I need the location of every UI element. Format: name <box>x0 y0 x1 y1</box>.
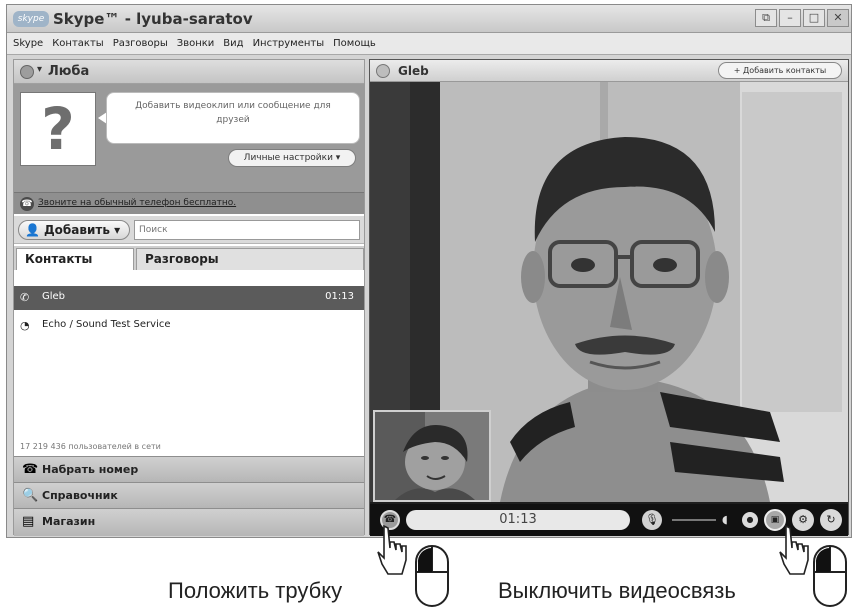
call-control-bar: ☎ 01:13 🎙 ◖ ● ▣ ⚙ ↻ <box>370 504 848 536</box>
pointer-cursor-icon <box>377 524 407 575</box>
directory-label: Справочник <box>42 489 118 502</box>
list-item[interactable]: ✆ Gleb 01:13 <box>14 286 364 310</box>
search-input[interactable] <box>134 220 360 240</box>
add-contact-label: Добавить ▾ <box>43 223 121 237</box>
screenshot-stage: skype Skype™ - lyuba-saratov ⧉ – □ ✕ Sky… <box>0 0 855 613</box>
contacts-panel: ▾ Люба ? Добавить видеоклип или сообщени… <box>13 59 365 536</box>
tab-contacts[interactable]: Контакты <box>16 248 134 270</box>
close-button[interactable]: ✕ <box>827 9 849 27</box>
add-contact-button[interactable]: 👤 Добавить ▾ <box>18 220 130 240</box>
call-duration: 01:13 <box>325 291 354 302</box>
menu-conversations[interactable]: Разговоры <box>113 38 168 49</box>
maximize-button[interactable]: □ <box>803 9 825 27</box>
contact-status-icon: ◔ <box>20 319 30 332</box>
directory-button[interactable]: 🔍 Справочник <box>14 482 364 508</box>
volume-icon[interactable]: ◖ <box>722 513 728 526</box>
chevron-down-icon[interactable]: ▾ <box>37 64 42 75</box>
mood-message-field[interactable]: Добавить видеоклип или сообщение для дру… <box>106 92 360 144</box>
call-handset-icon: ✆ <box>20 291 30 304</box>
skype-window: skype Skype™ - lyuba-saratov ⧉ – □ ✕ Sky… <box>6 4 852 538</box>
call-header: Gleb + Добавить контакты <box>370 60 848 82</box>
call-contact-name: Gleb <box>398 64 429 78</box>
dial-number-button[interactable]: ☎ Набрать номер <box>14 456 364 482</box>
add-contacts-button[interactable]: + Добавить контакты <box>718 62 842 79</box>
tab-conversations[interactable]: Разговоры <box>136 248 364 270</box>
minimize-button[interactable]: – <box>779 9 801 27</box>
menu-contacts[interactable]: Контакты <box>52 38 103 49</box>
more-options-button[interactable]: ↻ <box>820 509 842 531</box>
personal-settings-button[interactable]: Личные настройки ▾ <box>228 149 356 167</box>
microphone-button[interactable]: 🎙 <box>642 510 662 530</box>
shop-label: Магазин <box>42 515 96 528</box>
call-options-button[interactable]: ● <box>742 512 758 528</box>
online-users-count: 17 219 436 пользователей в сети <box>20 442 161 451</box>
dial-number-label: Набрать номер <box>42 463 139 476</box>
add-user-icon: 👤 <box>25 223 40 237</box>
shop-button[interactable]: ▤ Магазин <box>14 508 364 536</box>
phone-icon: ☎ <box>20 197 34 211</box>
self-video-frame <box>375 412 489 500</box>
restore-button[interactable]: ⧉ <box>755 9 777 27</box>
list-item[interactable]: ◔ Echo / Sound Test Service <box>14 314 364 338</box>
online-status-icon[interactable] <box>20 65 34 79</box>
pointer-cursor-icon <box>779 524 809 575</box>
contact-name: Echo / Sound Test Service <box>42 319 171 330</box>
volume-slider[interactable] <box>672 519 716 521</box>
telephone-icon: ☎ <box>22 462 39 477</box>
promo-link[interactable]: Звоните на обычный телефон бесплатно. <box>38 198 236 208</box>
search-icon: 🔍 <box>22 488 39 503</box>
hang-up-caption: Положить трубку <box>168 578 343 603</box>
self-video-preview[interactable] <box>373 410 491 502</box>
mouse-left-click-icon <box>813 545 847 607</box>
promo-bar: ☎ Звоните на обычный телефон бесплатно. <box>14 192 364 214</box>
call-timer: 01:13 <box>406 510 630 530</box>
menu-tools[interactable]: Инструменты <box>253 38 325 49</box>
profile-box: ? Добавить видеоклип или сообщение для д… <box>14 84 364 192</box>
menu-calls[interactable]: Звонки <box>177 38 215 49</box>
shop-bag-icon: ▤ <box>22 514 35 529</box>
call-panel: Gleb + Добавить контакты ☎ 01:13 🎙 ◖ ● ▣… <box>369 59 849 536</box>
menu-skype[interactable]: Skype <box>13 38 43 49</box>
avatar[interactable]: ? <box>20 92 96 166</box>
title-bar: skype Skype™ - lyuba-saratov ⧉ – □ ✕ <box>7 5 851 33</box>
mouse-left-click-icon <box>415 545 449 607</box>
contact-status-icon <box>376 64 390 78</box>
profile-name: Люба <box>48 64 90 79</box>
menu-bar: Skype Контакты Разговоры Звонки Вид Инст… <box>7 33 851 55</box>
menu-help[interactable]: Помощь <box>333 38 376 49</box>
window-title: Skype™ - lyuba-saratov <box>53 10 253 28</box>
profile-header[interactable]: ▾ Люба <box>14 60 364 84</box>
tabs-row: Контакты Разговоры <box>14 246 364 270</box>
contact-list: ✆ Gleb 01:13 ◔ Echo / Sound Test Service <box>14 270 364 438</box>
add-search-row: 👤 Добавить ▾ <box>14 216 364 244</box>
menu-view[interactable]: Вид <box>223 38 243 49</box>
contact-name: Gleb <box>42 291 66 302</box>
skype-logo-icon: skype <box>13 11 49 27</box>
video-off-caption: Выключить видеосвязь <box>498 578 736 603</box>
